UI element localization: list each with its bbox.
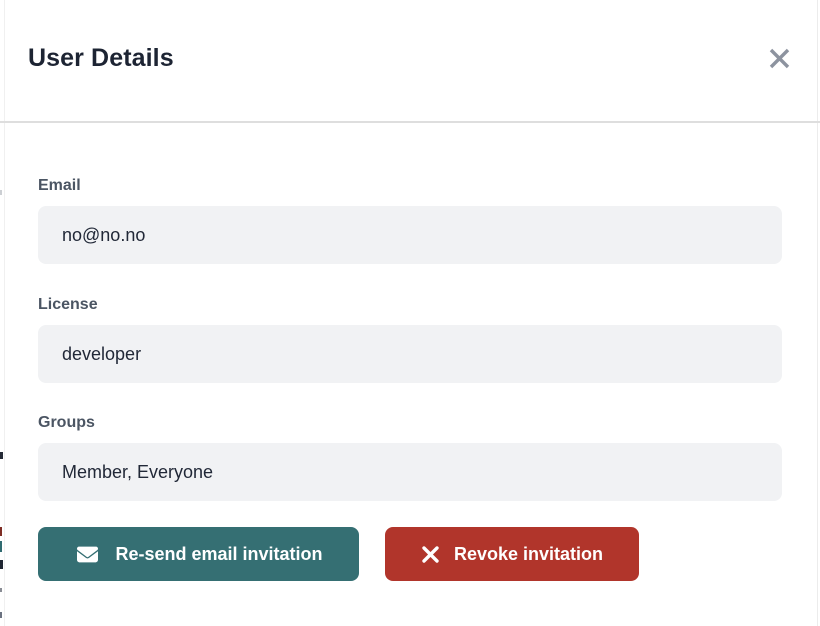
backdrop-artifact bbox=[0, 190, 2, 195]
envelope-icon bbox=[74, 544, 101, 565]
close-button[interactable] bbox=[765, 44, 793, 72]
close-icon bbox=[768, 47, 791, 70]
email-field[interactable]: no@no.no bbox=[38, 206, 782, 264]
license-field[interactable]: developer bbox=[38, 325, 782, 383]
resend-email-invitation-label: Re-send email invitation bbox=[115, 544, 322, 565]
resend-email-invitation-button[interactable]: Re-send email invitation bbox=[38, 527, 359, 581]
backdrop-artifact bbox=[0, 560, 3, 569]
revoke-invitation-button[interactable]: Revoke invitation bbox=[385, 527, 639, 581]
backdrop-artifact bbox=[0, 612, 2, 618]
license-value: developer bbox=[62, 344, 141, 365]
x-icon bbox=[421, 545, 440, 564]
modal-left-edge bbox=[4, 0, 5, 626]
revoke-invitation-label: Revoke invitation bbox=[454, 544, 603, 565]
page-right-edge bbox=[817, 0, 818, 626]
email-value: no@no.no bbox=[62, 225, 145, 246]
groups-label: Groups bbox=[38, 414, 95, 432]
groups-value: Member, Everyone bbox=[62, 462, 213, 483]
license-label: License bbox=[38, 296, 98, 314]
backdrop-artifact bbox=[0, 588, 2, 592]
header-divider bbox=[0, 121, 820, 123]
backdrop-artifact bbox=[0, 527, 2, 536]
user-details-modal: User Details Email no@no.no License deve… bbox=[0, 0, 820, 626]
backdrop-artifact bbox=[0, 541, 2, 552]
email-label: Email bbox=[38, 177, 81, 195]
groups-field[interactable]: Member, Everyone bbox=[38, 443, 782, 501]
backdrop-artifact bbox=[0, 452, 3, 459]
page-title: User Details bbox=[28, 44, 174, 73]
